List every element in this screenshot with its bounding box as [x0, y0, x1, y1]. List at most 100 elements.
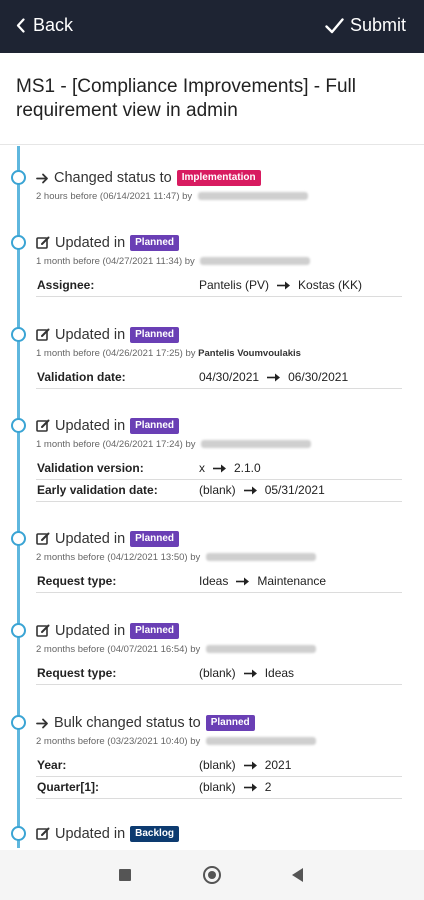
redacted-author: [205, 553, 316, 562]
edit-icon: [36, 236, 50, 250]
entry-action: Updated in: [55, 623, 126, 639]
entry-time: 2 months before (03/23/2021 10:40) by: [36, 736, 201, 747]
timeline-node-icon: [11, 235, 26, 250]
change-to: Ideas: [264, 666, 295, 680]
status-badge: Planned: [130, 418, 180, 434]
entry-heading: Changed status to Implementation: [36, 170, 261, 186]
home-icon[interactable]: [203, 866, 221, 884]
change-from: (blank): [199, 780, 236, 794]
long-arrow-right-icon: [277, 281, 291, 290]
change-values: 04/30/2021 06/30/2021: [199, 370, 348, 384]
entry-meta: 2 months before (04/12/2021 13:50) by: [36, 552, 316, 563]
recent-apps-icon[interactable]: [119, 869, 131, 881]
change-label: Validation version:: [37, 461, 144, 475]
entry-time: 2 months before (04/07/2021 16:54) by: [36, 644, 201, 655]
status-badge: Planned: [130, 235, 180, 251]
entry-action: Updated in: [55, 531, 126, 547]
entry-author: Pantelis Voumvoulakis: [198, 348, 301, 359]
entry-meta: 1 month before (04/26/2021 17:24) by: [36, 439, 312, 450]
entry-heading: Updated in Backlog: [36, 826, 180, 842]
history-timeline[interactable]: Changed status to Implementation 2 hours…: [0, 146, 424, 848]
system-navigation-bar: [0, 850, 424, 900]
edit-icon: [36, 328, 50, 342]
entry-time: 1 month before (04/26/2021 17:24) by: [36, 439, 196, 450]
entry-meta: 1 month before (04/27/2021 11:34) by: [36, 256, 311, 267]
entry-action: Updated in: [55, 235, 126, 251]
edit-icon: [36, 419, 50, 433]
change-row: Assignee: Pantelis (PV) Kostas (KK): [36, 275, 402, 297]
submit-button[interactable]: Submit: [325, 15, 406, 36]
redacted-author: [205, 737, 316, 746]
entry-time: 1 month before (04/27/2021 11:34) by: [36, 256, 195, 267]
change-from: 04/30/2021: [199, 370, 260, 384]
timeline-node-icon: [11, 170, 26, 185]
status-badge: Planned: [130, 623, 180, 639]
change-values: (blank) 2021: [199, 758, 291, 772]
timeline-node-icon: [11, 715, 26, 730]
redacted-author: [197, 192, 308, 201]
edit-icon: [36, 532, 50, 546]
submit-label: Submit: [349, 15, 406, 35]
change-from: (blank): [199, 483, 236, 497]
title-area: MS1 - [Compliance Improvements] - Full r…: [0, 53, 424, 145]
edit-icon: [36, 827, 50, 841]
entry-meta: 2 hours before (06/14/2021 11:47) by: [36, 191, 308, 202]
change-from: (blank): [199, 758, 236, 772]
edit-icon: [36, 624, 50, 638]
redacted-author: [200, 257, 311, 266]
change-row: Request type: (blank) Ideas: [36, 663, 402, 685]
entry-heading: Updated in Planned: [36, 531, 180, 547]
entry-action: Updated in: [55, 327, 126, 343]
change-row: Request type: Ideas Maintenance: [36, 571, 402, 593]
entry-time: 1 month before (04/26/2021 17:25) by: [36, 348, 196, 359]
timeline-node-icon: [11, 826, 26, 841]
long-arrow-right-icon: [243, 761, 257, 770]
change-label: Assignee:: [37, 278, 95, 292]
status-badge: Backlog: [130, 826, 180, 842]
redacted-author: [201, 440, 312, 449]
timeline-line: [17, 146, 20, 848]
back-button[interactable]: Back: [16, 15, 73, 36]
change-row: Year: (blank) 2021: [36, 755, 402, 777]
long-arrow-right-icon: [213, 464, 226, 473]
entry-action: Updated in: [55, 826, 126, 842]
long-arrow-right-icon: [267, 373, 281, 382]
change-label: Request type:: [37, 666, 117, 680]
entry-heading: Updated in Planned: [36, 327, 180, 343]
entry-heading: Updated in Planned: [36, 418, 180, 434]
entry-time: 2 months before (04/12/2021 13:50) by: [36, 552, 201, 563]
change-values: Pantelis (PV) Kostas (KK): [199, 278, 362, 292]
long-arrow-right-icon: [236, 577, 250, 586]
change-to: 06/30/2021: [288, 370, 349, 384]
change-label: Quarter[1]:: [37, 780, 100, 794]
change-values: x 2.1.0: [199, 461, 261, 475]
change-label: Request type:: [37, 574, 117, 588]
change-to: Maintenance: [257, 574, 327, 588]
back-label: Back: [33, 15, 74, 35]
change-label: Early validation date:: [37, 483, 158, 497]
status-badge: Planned: [205, 715, 255, 731]
redacted-author: [205, 645, 316, 654]
entry-heading: Updated in Planned: [36, 235, 180, 251]
change-label: Year:: [37, 758, 67, 772]
timeline-node-icon: [11, 531, 26, 546]
status-badge: Implementation: [176, 170, 261, 186]
change-from: Pantelis (PV): [199, 278, 270, 292]
entry-time: 2 hours before (06/14/2021 11:47) by: [36, 191, 193, 202]
change-to: 2021: [264, 758, 292, 772]
entry-heading: Bulk changed status to Planned: [36, 715, 255, 731]
entry-action: Changed status to: [54, 170, 172, 186]
change-row: Quarter[1]: (blank) 2: [36, 777, 402, 799]
change-to: 05/31/2021: [264, 483, 325, 497]
change-values: (blank) 05/31/2021: [199, 483, 325, 497]
status-badge: Planned: [130, 531, 180, 547]
page-title: MS1 - [Compliance Improvements] - Full r…: [16, 76, 356, 121]
timeline-node-icon: [11, 418, 26, 433]
change-to: 2.1.0: [234, 461, 261, 475]
back-triangle-icon[interactable]: [292, 868, 303, 882]
change-values: Ideas Maintenance: [199, 574, 326, 588]
entry-action: Bulk changed status to: [54, 715, 201, 731]
change-to: Kostas (KK): [298, 278, 363, 292]
change-row: Validation date: 04/30/2021 06/30/2021: [36, 367, 402, 389]
chevron-left-icon: [16, 18, 25, 33]
